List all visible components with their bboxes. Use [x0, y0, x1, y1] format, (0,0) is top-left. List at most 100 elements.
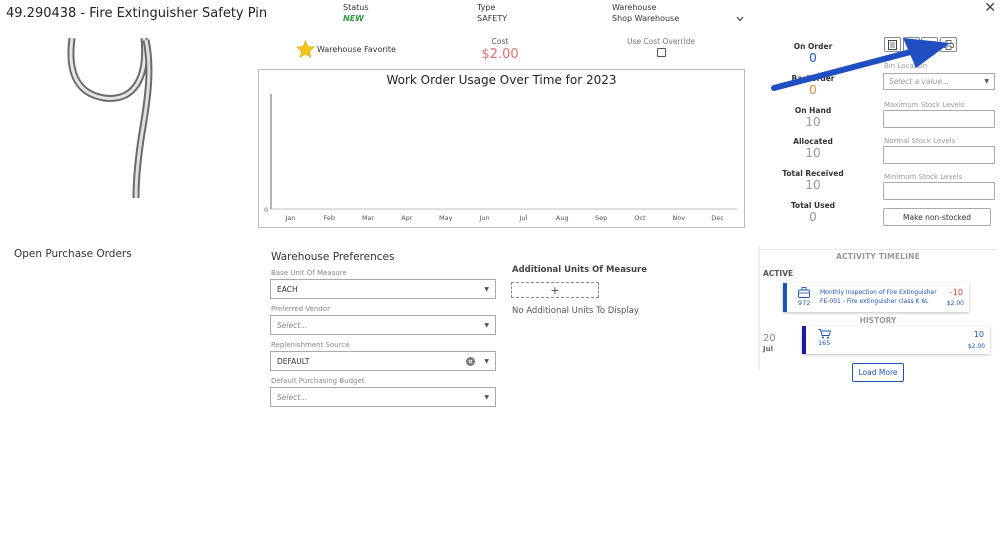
history-month: Jul [763, 345, 773, 353]
type-block: Type SAFETY [477, 2, 507, 24]
max-stock-label: Maximum Stock Levels [884, 101, 965, 109]
chart-xtick-label: Jul [518, 214, 527, 222]
cost-block: Cost $2.00 [470, 37, 530, 62]
type-label: Type [477, 3, 496, 12]
load-more-button[interactable]: Load More [852, 363, 904, 382]
clear-icon[interactable] [466, 356, 476, 366]
chart-xtick-label: Jun [479, 214, 490, 222]
favorite-label: Warehouse Favorite [317, 44, 396, 54]
active-card-title: Monthly Inspection of Fire Extinguisher [820, 289, 937, 296]
stat-on-hand: On Hand 10 [770, 106, 856, 138]
override-label: Use Cost Override [627, 37, 695, 46]
stat-label: Allocated [793, 137, 833, 147]
open-purchase-orders-title: Open Purchase Orders [14, 248, 132, 260]
close-icon[interactable]: ✕ [984, 0, 996, 16]
history-timeline-card[interactable]: 165 10 $2.00 [802, 326, 990, 354]
history-date: 20 Jul [763, 334, 776, 354]
chart-ytick-label: 0 [264, 207, 268, 214]
stat-label: Total Used [790, 200, 836, 210]
active-card-subtitle: FE-001 - Fire extinguisher class K 6L [820, 298, 929, 305]
preferred-vendor-label: Preferred Vendor [271, 305, 330, 313]
usage-chart: Work Order Usage Over Time for 2023 0 Jan… [258, 69, 745, 228]
type-value: SAFETY [477, 14, 508, 23]
history-day: 20 [763, 333, 776, 344]
purchasing-budget-select[interactable]: Select... ▼ [270, 387, 496, 407]
replenishment-source-select[interactable]: DEFAULT ▼ [270, 351, 496, 371]
active-timeline-card[interactable]: 972 Monthly Inspection of Fire Extinguis… [783, 283, 969, 312]
min-stock-input[interactable] [883, 182, 995, 200]
stat-allocated: Allocated 10 [770, 137, 856, 169]
active-card-qty: -10 [949, 288, 963, 297]
warehouse-select[interactable]: Shop Warehouse [612, 13, 744, 24]
active-label: ACTIVE [763, 269, 794, 278]
activity-timeline-title: ACTIVITY TIMELINE [836, 252, 920, 261]
warehouse-preferences-title: Warehouse Preferences [271, 251, 395, 263]
stat-total-used: Total Used 0 [770, 201, 856, 233]
normal-stock-input[interactable] [883, 146, 995, 164]
caret-down-icon: ▼ [484, 357, 489, 365]
warehouse-value: Shop Warehouse [612, 14, 680, 23]
chart-xtick-label: Feb [323, 214, 335, 222]
replenishment-source-label: Replenishment Source [271, 341, 350, 349]
chart-xtick-label: Nov [672, 214, 685, 222]
stat-value: 10 [805, 114, 821, 129]
no-additional-units-text: No Additional Units To Display [512, 306, 640, 316]
preferred-vendor-select[interactable]: Select... ▼ [270, 315, 496, 335]
product-image [67, 38, 153, 199]
active-card-price: $2.00 [946, 300, 964, 307]
make-non-stocked-button[interactable]: Make non-stocked [883, 208, 991, 226]
cost-override: Use Cost Override [625, 37, 697, 57]
cost-label: Cost [491, 37, 509, 46]
chart-xtick-label: Oct [634, 214, 646, 222]
base-uom-label: Base Unit Of Measure [271, 269, 347, 277]
override-checkbox[interactable] [656, 48, 666, 57]
normal-stock-label: Normal Stock Levels [884, 137, 956, 145]
history-card-id: 165 [818, 339, 831, 347]
history-card-qty: 10 [973, 330, 984, 339]
timeline-top-border [760, 249, 996, 250]
timeline-divider [758, 246, 760, 370]
status-value: NEW [343, 14, 364, 23]
chart-xtick-label: Aug [556, 214, 569, 222]
toolbox-icon [798, 287, 810, 298]
chevron-down-icon [736, 16, 744, 21]
chart-xtick-label: Apr [401, 214, 413, 222]
history-label: HISTORY [859, 316, 897, 325]
chart-plot: 0 Jan Feb Mar Apr May Jun Jul Aug Sep Oct Nov Dec [264, 94, 737, 222]
caret-down-icon: ▼ [484, 321, 489, 329]
stat-value: 0 [809, 209, 817, 224]
caret-down-icon: ▼ [984, 78, 989, 85]
add-unit-button[interactable]: + [511, 282, 599, 298]
min-stock-label: Minimum Stock Levels [884, 173, 963, 181]
cost-value: $2.00 [481, 47, 519, 62]
status-block: Status NEW [343, 2, 369, 24]
warehouse-favorite[interactable]: Warehouse Favorite [296, 40, 396, 58]
arrow-icon [771, 38, 950, 91]
base-uom-value: EACH [277, 284, 298, 294]
additional-units-title: Additional Units Of Measure [512, 265, 647, 275]
star-icon [296, 40, 315, 58]
purchasing-budget-placeholder: Select... [277, 392, 308, 402]
cart-icon [818, 329, 831, 339]
page-title: 49.290438 - Fire Extinguisher Safety Pin [6, 6, 268, 21]
caret-down-icon: ▼ [484, 285, 489, 293]
warehouse-block: Warehouse Shop Warehouse [612, 2, 744, 24]
stat-label: On Hand [794, 105, 832, 115]
stat-total-received: Total Received 10 [770, 169, 856, 201]
warehouse-label: Warehouse [612, 3, 657, 12]
stat-value: 10 [805, 146, 821, 161]
chart-xtick-label: May [439, 214, 453, 222]
replenishment-source-value: DEFAULT [277, 356, 310, 366]
max-stock-input[interactable] [883, 110, 995, 128]
chart-xtick-label: Mar [362, 214, 375, 222]
status-label: Status [343, 3, 369, 12]
chart-xtick-label: Sep [595, 214, 607, 222]
preferred-vendor-placeholder: Select... [277, 320, 308, 330]
chart-xtick-label: Jan [284, 214, 295, 222]
stat-value: 10 [805, 178, 821, 193]
caret-down-icon: ▼ [484, 393, 489, 401]
base-uom-select[interactable]: EACH ▼ [270, 279, 496, 299]
chart-xtick-label: Dec [711, 214, 724, 222]
history-card-price: $2.00 [967, 343, 985, 350]
purchasing-budget-label: Default Purchasing Budget [271, 377, 365, 385]
